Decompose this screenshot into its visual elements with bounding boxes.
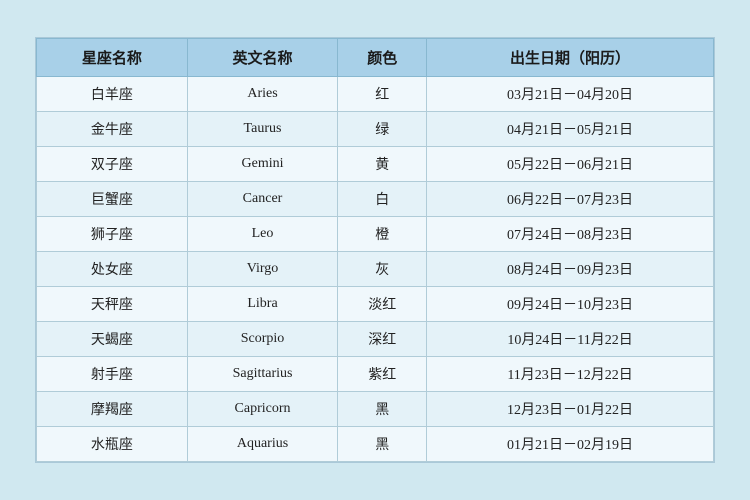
cell-r10-c3: 01月21日－02月19日	[427, 427, 714, 462]
cell-r0-c0: 白羊座	[37, 77, 188, 112]
cell-r8-c2: 紫红	[338, 357, 427, 392]
table-row: 金牛座Taurus绿04月21日－05月21日	[37, 112, 714, 147]
cell-r1-c0: 金牛座	[37, 112, 188, 147]
cell-r0-c2: 红	[338, 77, 427, 112]
column-header: 出生日期（阳历）	[427, 39, 714, 77]
cell-r10-c0: 水瓶座	[37, 427, 188, 462]
cell-r5-c1: Virgo	[187, 252, 338, 287]
cell-r2-c0: 双子座	[37, 147, 188, 182]
cell-r3-c0: 巨蟹座	[37, 182, 188, 217]
cell-r2-c2: 黄	[338, 147, 427, 182]
cell-r10-c1: Aquarius	[187, 427, 338, 462]
cell-r6-c2: 淡红	[338, 287, 427, 322]
table-row: 天蝎座Scorpio深红10月24日－11月22日	[37, 322, 714, 357]
cell-r9-c1: Capricorn	[187, 392, 338, 427]
cell-r7-c2: 深红	[338, 322, 427, 357]
table-row: 巨蟹座Cancer白06月22日－07月23日	[37, 182, 714, 217]
cell-r0-c3: 03月21日－04月20日	[427, 77, 714, 112]
cell-r6-c0: 天秤座	[37, 287, 188, 322]
table-header-row: 星座名称英文名称颜色出生日期（阳历）	[37, 39, 714, 77]
cell-r10-c2: 黑	[338, 427, 427, 462]
cell-r2-c3: 05月22日－06月21日	[427, 147, 714, 182]
cell-r8-c0: 射手座	[37, 357, 188, 392]
cell-r6-c3: 09月24日－10月23日	[427, 287, 714, 322]
cell-r1-c2: 绿	[338, 112, 427, 147]
table-row: 处女座Virgo灰08月24日－09月23日	[37, 252, 714, 287]
cell-r3-c3: 06月22日－07月23日	[427, 182, 714, 217]
cell-r8-c1: Sagittarius	[187, 357, 338, 392]
cell-r1-c3: 04月21日－05月21日	[427, 112, 714, 147]
cell-r7-c3: 10月24日－11月22日	[427, 322, 714, 357]
zodiac-table-container: 星座名称英文名称颜色出生日期（阳历） 白羊座Aries红03月21日－04月20…	[35, 37, 715, 463]
column-header: 星座名称	[37, 39, 188, 77]
cell-r4-c2: 橙	[338, 217, 427, 252]
cell-r3-c1: Cancer	[187, 182, 338, 217]
table-row: 射手座Sagittarius紫红11月23日－12月22日	[37, 357, 714, 392]
zodiac-table: 星座名称英文名称颜色出生日期（阳历） 白羊座Aries红03月21日－04月20…	[36, 38, 714, 462]
table-row: 水瓶座Aquarius黑01月21日－02月19日	[37, 427, 714, 462]
cell-r5-c0: 处女座	[37, 252, 188, 287]
cell-r3-c2: 白	[338, 182, 427, 217]
cell-r6-c1: Libra	[187, 287, 338, 322]
cell-r9-c3: 12月23日－01月22日	[427, 392, 714, 427]
cell-r4-c0: 狮子座	[37, 217, 188, 252]
cell-r2-c1: Gemini	[187, 147, 338, 182]
cell-r9-c0: 摩羯座	[37, 392, 188, 427]
cell-r4-c1: Leo	[187, 217, 338, 252]
table-row: 双子座Gemini黄05月22日－06月21日	[37, 147, 714, 182]
table-row: 白羊座Aries红03月21日－04月20日	[37, 77, 714, 112]
table-row: 狮子座Leo橙07月24日－08月23日	[37, 217, 714, 252]
table-row: 摩羯座Capricorn黑12月23日－01月22日	[37, 392, 714, 427]
cell-r0-c1: Aries	[187, 77, 338, 112]
column-header: 英文名称	[187, 39, 338, 77]
table-row: 天秤座Libra淡红09月24日－10月23日	[37, 287, 714, 322]
cell-r7-c0: 天蝎座	[37, 322, 188, 357]
cell-r7-c1: Scorpio	[187, 322, 338, 357]
cell-r1-c1: Taurus	[187, 112, 338, 147]
cell-r5-c3: 08月24日－09月23日	[427, 252, 714, 287]
cell-r9-c2: 黑	[338, 392, 427, 427]
column-header: 颜色	[338, 39, 427, 77]
cell-r5-c2: 灰	[338, 252, 427, 287]
cell-r8-c3: 11月23日－12月22日	[427, 357, 714, 392]
cell-r4-c3: 07月24日－08月23日	[427, 217, 714, 252]
